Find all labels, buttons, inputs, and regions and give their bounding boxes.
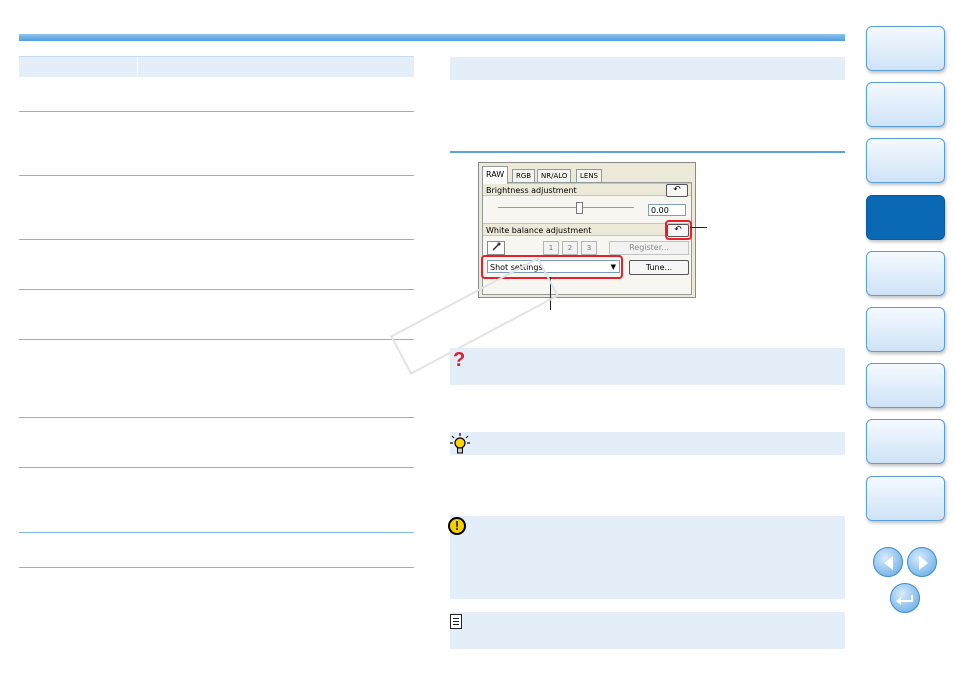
warning-icon: !	[448, 517, 466, 535]
brightness-reset-button[interactable]: ↶	[666, 184, 688, 197]
arrow-right-icon	[919, 556, 928, 570]
question-icon: ?	[453, 349, 466, 371]
nav-tab-7[interactable]	[866, 363, 945, 408]
click-white-3-button[interactable]: 3	[581, 241, 597, 255]
table-row-divider	[19, 239, 414, 240]
white-balance-label: White balance adjustment	[486, 226, 592, 235]
section-rule	[450, 151, 845, 153]
memo-icon	[450, 614, 462, 629]
table-row-divider	[19, 289, 414, 290]
table-row-divider	[19, 467, 414, 468]
nav-tab-4-active[interactable]	[866, 195, 945, 240]
table-row-divider	[19, 567, 414, 568]
table-column-divider	[137, 57, 138, 77]
next-page-button[interactable]	[907, 547, 937, 577]
arrow-left-icon	[884, 556, 893, 570]
nav-tab-3[interactable]	[866, 138, 945, 183]
table-row-divider	[19, 417, 414, 418]
table-row-divider	[19, 111, 414, 112]
nav-tab-8[interactable]	[866, 419, 945, 464]
brightness-label: Brightness adjustment	[486, 186, 577, 195]
previous-page-button[interactable]	[873, 547, 903, 577]
nav-tab-1[interactable]	[866, 26, 945, 71]
eyedropper-icon[interactable]	[487, 241, 505, 255]
caution-box	[450, 516, 845, 599]
nav-tab-6[interactable]	[866, 307, 945, 352]
note-box	[450, 612, 845, 649]
nav-tab-9[interactable]	[866, 476, 945, 521]
tab-raw[interactable]: RAW	[482, 166, 509, 184]
white-balance-section-title: White balance adjustment	[483, 223, 691, 236]
register-button[interactable]: Register...	[609, 241, 689, 255]
table-header	[19, 56, 414, 77]
return-button[interactable]	[890, 583, 920, 613]
tab-nr-alo[interactable]: NR/ALO	[537, 169, 572, 183]
table-row-divider	[19, 175, 414, 176]
nav-tab-2[interactable]	[866, 82, 945, 127]
brightness-value-field[interactable]: 0.00	[648, 204, 686, 216]
tune-button[interactable]: Tune...	[629, 260, 689, 275]
brightness-slider-track[interactable]	[498, 207, 634, 208]
tab-rgb[interactable]: RGB	[512, 169, 536, 183]
tip-box	[450, 432, 845, 455]
brightness-section-title: Brightness adjustment	[483, 183, 691, 196]
click-white-1-button[interactable]: 1	[543, 241, 559, 255]
return-arrow-icon	[896, 595, 913, 605]
brightness-slider-thumb[interactable]	[576, 202, 583, 214]
callout-line	[690, 227, 707, 228]
header-rule	[19, 34, 845, 41]
question-box	[450, 348, 845, 385]
memo-line	[453, 618, 459, 619]
section-heading-bar	[450, 57, 845, 80]
lightbulb-icon	[450, 433, 470, 455]
reset-button-highlight	[665, 220, 692, 240]
nav-tab-5[interactable]	[866, 251, 945, 296]
tab-lens[interactable]: LENS	[576, 169, 603, 183]
click-white-2-button[interactable]: 2	[562, 241, 578, 255]
table-row-divider	[19, 532, 414, 533]
table-row-divider	[19, 339, 414, 340]
memo-line	[453, 621, 459, 622]
memo-line	[453, 624, 459, 625]
